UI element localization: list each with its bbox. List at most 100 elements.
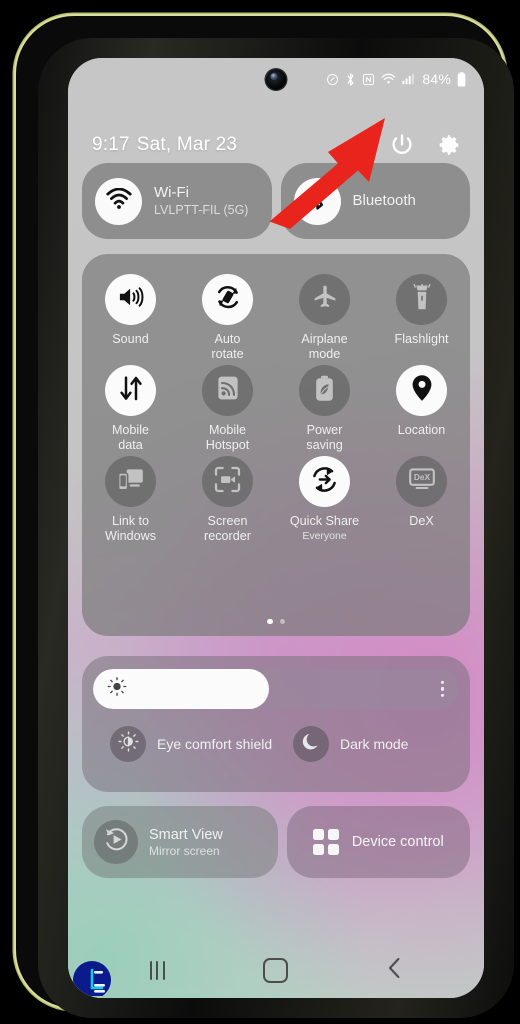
tile-flashlight-label: Flashlight: [394, 332, 449, 346]
tile-sound-label: Sound: [112, 332, 149, 346]
tile-location[interactable]: Location: [373, 365, 470, 452]
display-toggles-row: Eye comfort shield Dark mode: [93, 726, 459, 762]
rotate-icon: [214, 283, 242, 316]
bottom-tiles-row: Smart View Mirror screen Device control: [82, 806, 470, 878]
tile-dex-label: DeX: [409, 514, 434, 528]
smart-view-icon: [103, 826, 130, 858]
tile-mobile-data-label: Mobile data: [111, 423, 150, 452]
tile-mobile-data[interactable]: Mobile data: [82, 365, 179, 452]
bluetooth-tile[interactable]: Bluetooth: [280, 163, 470, 239]
wifi-tile[interactable]: Wi-Fi LVLPTT-FIL (5G): [82, 163, 272, 239]
home-icon: [263, 957, 289, 983]
bluetooth-tile-title: Bluetooth: [352, 192, 416, 209]
screen-recorder-icon: [214, 466, 241, 498]
tile-flashlight[interactable]: Flashlight: [373, 274, 470, 361]
wifi-icon: [381, 73, 396, 85]
eye-comfort-sun-icon: [117, 731, 139, 757]
dark-mode-toggle[interactable]: Dark mode: [276, 726, 459, 762]
tile-dex-circle: DeX: [396, 456, 447, 507]
tile-quick-share-sublabel: Everyone: [302, 529, 347, 542]
page-indicator: [82, 618, 470, 624]
wifi-tile-subtitle: LVLPTT-FIL (5G): [154, 203, 249, 217]
tile-mobile-hotspot-label: Mobile Hotspot: [205, 423, 250, 452]
phone-frame: 84% 9:17 Sat, Mar 23 Wi-Fi LVLPTT-FIL (5…: [16, 16, 514, 1018]
tile-auto-rotate[interactable]: Auto rotate: [179, 274, 276, 361]
page-dot-1[interactable]: [267, 618, 273, 624]
tile-power-saving-label: Power saving: [306, 423, 343, 452]
tile-airplane-mode-circle: [299, 274, 350, 325]
quick-tiles-grid: Sound Auto rotate Airplane mode Flashlig…: [82, 274, 470, 543]
tile-auto-rotate-label: Auto rotate: [211, 332, 244, 361]
quick-share-icon: [310, 465, 339, 499]
signal-icon: [402, 73, 415, 85]
wifi-tile-text: Wi-Fi LVLPTT-FIL (5G): [154, 184, 248, 218]
location-pin-icon: [411, 374, 433, 407]
tile-mobile-data-circle: [105, 365, 156, 416]
brightness-sun-icon: [107, 677, 127, 702]
back-chevron-icon: [386, 957, 403, 984]
smart-view-title: Smart View: [149, 826, 223, 843]
device-grid-icon: [312, 829, 339, 855]
smart-view-icon-circle: [94, 820, 138, 864]
settings-gear-icon[interactable]: [436, 132, 462, 158]
wifi-tile-title: Wi-Fi: [154, 184, 189, 201]
clock-date[interactable]: 9:17 Sat, Mar 23: [92, 134, 237, 156]
nav-recents-button[interactable]: [132, 950, 182, 990]
tile-airplane-mode[interactable]: Airplane mode: [276, 274, 373, 361]
brightness-slider[interactable]: [93, 669, 459, 709]
phone-screen: 84% 9:17 Sat, Mar 23 Wi-Fi LVLPTT-FIL (5…: [68, 58, 484, 998]
page-dot-2[interactable]: [279, 618, 285, 624]
nav-back-button[interactable]: [370, 950, 420, 990]
nav-home-button[interactable]: [251, 950, 301, 990]
dark-mode-circle: [293, 726, 329, 762]
tile-link-to-windows[interactable]: Link to Windows: [82, 456, 179, 543]
power-icon[interactable]: [389, 132, 415, 158]
tile-screen-recorder-circle: [202, 456, 253, 507]
smart-view-subtitle: Mirror screen: [149, 843, 220, 858]
eco-battery-icon: [314, 375, 335, 407]
more-options-icon[interactable]: [440, 680, 444, 698]
data-arrows-icon: [118, 375, 144, 407]
device-control-tile[interactable]: Device control: [286, 806, 470, 878]
smart-view-tile[interactable]: Smart View Mirror screen: [82, 806, 278, 878]
dnd-icon: [326, 73, 339, 86]
link-windows-icon: [117, 467, 145, 497]
header-actions: [342, 132, 462, 158]
eye-comfort-shield-toggle[interactable]: Eye comfort shield: [93, 726, 276, 762]
edit-pencil-icon[interactable]: [342, 132, 368, 158]
status-bar: 84%: [68, 66, 484, 92]
tile-screen-recorder[interactable]: Screen recorder: [179, 456, 276, 543]
nfc-icon: [362, 73, 375, 86]
tile-location-circle: [396, 365, 447, 416]
bluetooth-icon: [308, 185, 327, 217]
tile-quick-share[interactable]: Quick Share Everyone: [276, 456, 373, 543]
screenshot-root: 84% 9:17 Sat, Mar 23 Wi-Fi LVLPTT-FIL (5…: [0, 0, 520, 1024]
tile-screen-recorder-label: Screen recorder: [204, 514, 251, 543]
bluetooth-tile-text: Bluetooth: [353, 192, 416, 210]
tile-mobile-hotspot[interactable]: Mobile Hotspot: [179, 365, 276, 452]
tile-power-saving[interactable]: Power saving: [276, 365, 373, 452]
tile-auto-rotate-circle: [202, 274, 253, 325]
tile-location-label: Location: [397, 423, 446, 437]
wifi-icon: [105, 187, 132, 214]
tile-dex[interactable]: DeX DeX: [373, 456, 470, 543]
tile-link-to-windows-circle: [105, 456, 156, 507]
wifi-tile-icon-circle: [95, 177, 142, 225]
speaker-icon: [117, 285, 144, 314]
smart-view-text: Smart View Mirror screen: [149, 826, 223, 859]
eye-comfort-shield-circle: [110, 726, 146, 762]
tile-airplane-mode-label: Airplane mode: [301, 332, 348, 361]
brightness-panel: Eye comfort shield Dark mode: [82, 656, 470, 792]
quick-settings-panel: Sound Auto rotate Airplane mode Flashlig…: [82, 254, 470, 636]
dex-icon: DeX: [408, 467, 436, 496]
tile-power-saving-circle: [299, 365, 350, 416]
battery-percent-label: 84%: [422, 71, 451, 87]
device-control-label: Device control: [351, 834, 444, 850]
connectivity-row: Wi-Fi LVLPTT-FIL (5G) Bluetooth: [82, 163, 470, 239]
hotspot-icon: [216, 375, 240, 406]
quick-settings-header: 9:17 Sat, Mar 23: [68, 122, 484, 168]
tile-flashlight-circle: [396, 274, 447, 325]
navigation-bar: [68, 942, 484, 998]
bluetooth-icon: [345, 72, 356, 87]
tile-sound[interactable]: Sound: [82, 274, 179, 361]
